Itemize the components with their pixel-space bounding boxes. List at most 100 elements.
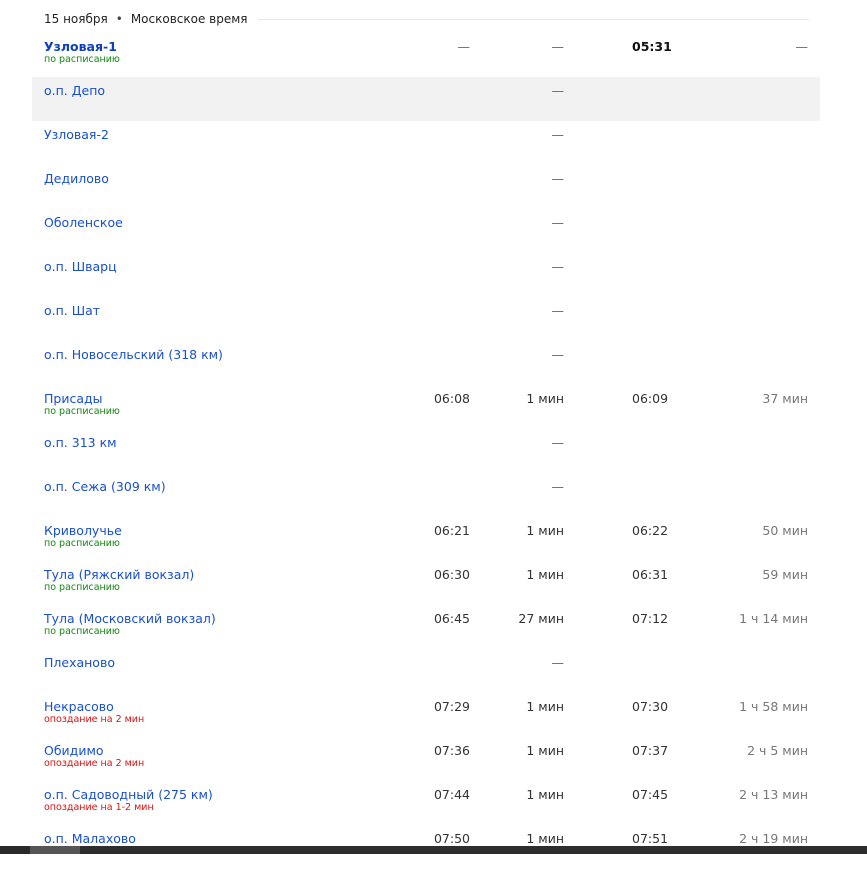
stop-duration: 1 мин [526,523,564,538]
travel-time: 2 ч 5 мин [747,743,808,758]
table-row: Оболенское — [32,209,820,253]
travel-time: 50 мин [762,523,808,538]
station-cell: о.п. Малахово [44,831,136,846]
departure-time: 07:45 [632,787,669,802]
station-name-link[interactable]: Некрасово [44,699,144,714]
stop-duration: 1 мин [526,391,564,406]
station-cell: Плеханово [44,655,115,670]
stop-duration: 1 мин [526,699,564,714]
station-cell: о.п. Шварц [44,259,117,274]
travel-time: 1 ч 14 мин [739,611,808,626]
table-row: о.п. Шат — [32,297,820,341]
stop-duration: 1 мин [526,567,564,582]
stop-duration: — [551,259,565,274]
arrival-time: 07:44 [433,787,470,802]
station-name-link[interactable]: Оболенское [44,215,123,230]
arrival-time: — [457,39,471,54]
arrival-time: 07:29 [433,699,470,714]
stop-duration: — [551,435,565,450]
station-name-link[interactable]: Плеханово [44,655,115,670]
station-status: опоздание на 2 мин [44,714,145,725]
departure-time: 07:37 [632,743,669,758]
station-name-link[interactable]: о.п. Шат [44,303,100,318]
table-row: Некрасово опоздание на 2 мин 07:29 1 мин 07:… [32,693,820,737]
station-cell: о.п. 313 км [44,435,117,450]
table-row: о.п. 313 км — [32,429,820,473]
station-name-link[interactable]: Узловая-1 [44,39,120,54]
table-row: Тула (Ряжский вокзал) по расписанию 06:30 1… [32,561,820,605]
station-cell: Дедилово [44,171,109,186]
table-row: Плеханово — [32,649,820,693]
table-row: Присады по расписанию 06:08 1 мин 06:09 37 ми… [32,385,820,429]
station-cell: Некрасово опоздание на 2 мин [44,699,144,725]
timezone-label: Московское время [130,12,248,26]
station-name-link[interactable]: Узловая-2 [44,127,109,142]
station-name-link[interactable]: о.п. Малахово [44,831,136,846]
stop-duration: — [551,127,565,142]
station-status: по расписанию [44,54,120,65]
table-row: о.п. Садоводный (275 км) опоздание на 1-2… [32,781,820,825]
station-cell: о.п. Сежа (309 км) [44,479,166,494]
bottom-scrollbar[interactable] [0,846,867,854]
table-row: Дедилово — [32,165,820,209]
station-name-link[interactable]: Тула (Ряжский вокзал) [44,567,194,582]
departure-time: 05:31 [632,39,672,54]
departure-time: 07:12 [632,611,669,626]
station-name-link[interactable]: о.п. Садоводный (275 км) [44,787,213,802]
stop-duration: 1 мин [526,831,564,846]
arrival-time: 06:45 [433,611,470,626]
table-row: Криволучье по расписанию 06:21 1 мин 06:22 50… [32,517,820,561]
travel-time: 2 ч 13 мин [739,787,808,802]
departure-time: 06:22 [632,523,669,538]
station-name-link[interactable]: о.п. Сежа (309 км) [44,479,166,494]
station-name-link[interactable]: о.п. Шварц [44,259,117,274]
departure-time: 06:31 [632,567,669,582]
station-cell: Обидимо опоздание на 2 мин [44,743,144,769]
header-divider [257,18,809,20]
station-name-link[interactable]: о.п. 313 км [44,435,117,450]
station-cell: о.п. Шат [44,303,100,318]
station-cell: о.п. Новосельский (318 км) [44,347,223,362]
station-status: по расписанию [44,406,120,417]
departure-time: 06:09 [632,391,669,406]
station-status: по расписанию [44,626,120,637]
travel-time: — [795,39,809,54]
station-name-link[interactable]: Криволучье [44,523,122,538]
station-cell: Тула (Ряжский вокзал) по расписанию [44,567,194,593]
table-row: Узловая-1 по расписанию — — 05:31 — [32,33,820,77]
stop-duration: — [551,655,565,670]
station-cell: Тула (Московский вокзал) по расписанию [44,611,216,637]
stop-duration: 1 мин [526,743,564,758]
table-row: о.п. Депо — [32,77,820,121]
stop-duration: — [551,347,565,362]
travel-time: 1 ч 58 мин [739,699,808,714]
table-row: о.п. Шварц — [32,253,820,297]
departure-time: 07:51 [632,831,669,846]
station-cell: Узловая-2 [44,127,109,142]
station-name-link[interactable]: Тула (Московский вокзал) [44,611,216,626]
stop-duration: — [551,215,565,230]
station-name-link[interactable]: Обидимо [44,743,144,758]
travel-time: 2 ч 19 мин [739,831,808,846]
arrival-time: 07:50 [433,831,470,846]
station-name-link[interactable]: о.п. Новосельский (318 км) [44,347,223,362]
table-row: Обидимо опоздание на 2 мин 07:36 1 мин 07:37… [32,737,820,781]
station-cell: Криволучье по расписанию [44,523,122,549]
station-cell: о.п. Садоводный (275 км) опоздание на 1-2… [44,787,213,813]
arrival-time: 06:08 [433,391,470,406]
station-name-link[interactable]: Дедилово [44,171,109,186]
station-cell: Присады по расписанию [44,391,120,417]
station-name-link[interactable]: о.п. Депо [44,83,105,98]
travel-time: 59 мин [762,567,808,582]
arrival-time: 06:30 [433,567,470,582]
travel-time: 37 мин [762,391,808,406]
stations-table: Узловая-1 по расписанию — —05:31— о.п. Депо —… [32,33,820,869]
station-status: опоздание на 2 мин [44,758,145,769]
station-name-link[interactable]: Присады [44,391,120,406]
separator-dot: • [115,12,123,26]
departure-time: 07:30 [632,699,669,714]
table-row: о.п. Новосельский (318 км) — [32,341,820,385]
date-label: 15 ноября [44,12,108,26]
station-status: опоздание на 1-2 мин [44,802,154,813]
station-cell: Оболенское [44,215,123,230]
